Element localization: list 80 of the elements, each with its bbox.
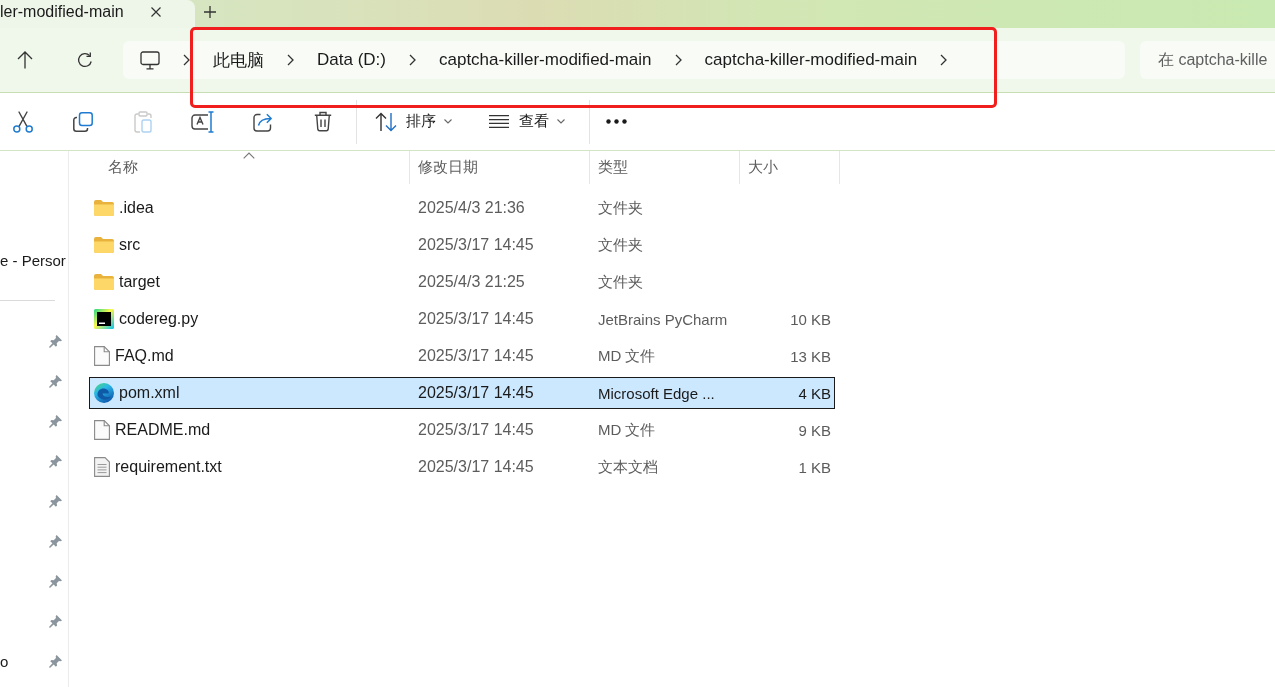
view-button[interactable]: 查看: [479, 101, 572, 142]
chevron-icon[interactable]: [408, 54, 416, 66]
file-size: 13 KB: [790, 347, 831, 365]
app-icon: [94, 309, 114, 329]
file-row[interactable]: pom.xml 2025/3/17 14:45 Microsoft Edge ... 4 KB: [89, 377, 835, 409]
file-name: src: [119, 236, 141, 254]
file-row[interactable]: codereg.py 2025/3/17 14:45 JetBrains PyCharm 10 KB: [89, 303, 835, 335]
text-file-icon: [94, 457, 110, 477]
file-type: 文件夹: [598, 235, 643, 255]
breadcrumb[interactable]: Data (D:): [317, 50, 386, 70]
sort-button[interactable]: 排序: [368, 101, 459, 142]
close-icon[interactable]: [150, 7, 161, 17]
swirl-icon: [94, 383, 114, 403]
modified-date: 2025/3/17 14:45: [418, 421, 534, 439]
caret-icon: [444, 119, 452, 124]
document-icon: [94, 346, 110, 366]
chevron-icon[interactable]: [940, 54, 948, 66]
file-size: 9 KB: [798, 421, 831, 439]
file-type: 文本文档: [598, 457, 658, 477]
file-type: Microsoft Edge ...: [598, 384, 715, 402]
chevron-icon[interactable]: [674, 54, 682, 66]
more-icon[interactable]: [606, 119, 627, 124]
folder-icon: [94, 200, 114, 216]
copy-icon[interactable]: [73, 111, 93, 132]
breadcrumb[interactable]: captcha-killer-modified-main: [704, 50, 918, 70]
file-name: .idea: [119, 199, 154, 217]
computer-icon[interactable]: [140, 50, 160, 70]
file-row[interactable]: requirement.txt 2025/3/17 14:45 文本文档 1 KB: [89, 451, 835, 483]
scissors-icon[interactable]: [13, 110, 33, 133]
up-arrow-icon[interactable]: [17, 51, 33, 69]
modified-date: 2025/3/17 14:45: [418, 458, 534, 476]
modified-date: 2025/3/17 14:45: [418, 347, 534, 365]
breadcrumb[interactable]: captcha-killer-modified-main: [438, 50, 652, 70]
modified-date: 2025/4/3 21:25: [418, 273, 525, 291]
file-size: 1 KB: [798, 458, 831, 476]
modified-date: 2025/4/3 21:36: [418, 199, 525, 217]
column-header[interactable]: 修改日期: [410, 151, 590, 184]
file-size: 4 KB: [798, 384, 831, 402]
file-name: codereg.py: [119, 310, 199, 328]
file-type: JetBrains PyCharm: [598, 310, 728, 328]
sidebar-item[interactable]: o: [0, 652, 9, 670]
file-type: 文件夹: [598, 198, 643, 218]
file-name: README.md: [115, 421, 211, 439]
modified-date: 2025/3/17 14:45: [418, 310, 534, 328]
modified-date: 2025/3/17 14:45: [418, 236, 534, 254]
file-type: MD 文件: [598, 420, 656, 440]
file-row[interactable]: target 2025/4/3 21:25 文件夹: [89, 266, 835, 298]
chevron-icon[interactable]: [183, 54, 190, 66]
share-arrow-icon[interactable]: [253, 111, 273, 132]
file-name: target: [119, 273, 160, 291]
document-icon: [94, 420, 110, 440]
plus-icon[interactable]: [204, 6, 216, 18]
refresh-icon[interactable]: [77, 52, 93, 68]
trash-icon[interactable]: [314, 111, 332, 132]
column-header[interactable]: 类型: [590, 151, 740, 184]
file-name: pom.xml: [119, 384, 180, 402]
list-lines-icon: [489, 115, 509, 128]
breadcrumb[interactable]: 此电脑: [213, 48, 264, 72]
file-type: 文件夹: [598, 272, 643, 292]
address-bar[interactable]: 此电脑 Data (D:) captcha-killer-modified-main captcha-killer-modified-main: [123, 41, 1125, 79]
file-name: FAQ.md: [115, 347, 174, 365]
folder-icon: [94, 237, 114, 253]
file-type: MD 文件: [598, 346, 656, 366]
file-size: 10 KB: [790, 310, 831, 328]
text-box-icon[interactable]: [191, 110, 215, 133]
caret-icon: [557, 119, 565, 124]
chevron-icon[interactable]: [287, 54, 294, 66]
folder-icon: [94, 274, 114, 290]
file-row[interactable]: .idea 2025/4/3 21:36 文件夹: [89, 192, 835, 224]
window-tab[interactable]: ler-modified-main: [0, 0, 195, 28]
modified-date: 2025/3/17 14:45: [418, 384, 534, 402]
sort-arrows-icon: [375, 111, 397, 132]
column-header[interactable]: 大小: [740, 151, 840, 184]
search-field[interactable]: 在 captcha-kille: [1140, 41, 1275, 79]
sidebar-item[interactable]: e - Persor: [0, 251, 66, 269]
file-name: requirement.txt: [115, 458, 222, 476]
column-header[interactable]: 名称: [89, 151, 410, 184]
file-row[interactable]: FAQ.md 2025/3/17 14:45 MD 文件 13 KB: [89, 340, 835, 372]
file-row[interactable]: README.md 2025/3/17 14:45 MD 文件 9 KB: [89, 414, 835, 446]
file-row[interactable]: src 2025/3/17 14:45 文件夹: [89, 229, 835, 261]
